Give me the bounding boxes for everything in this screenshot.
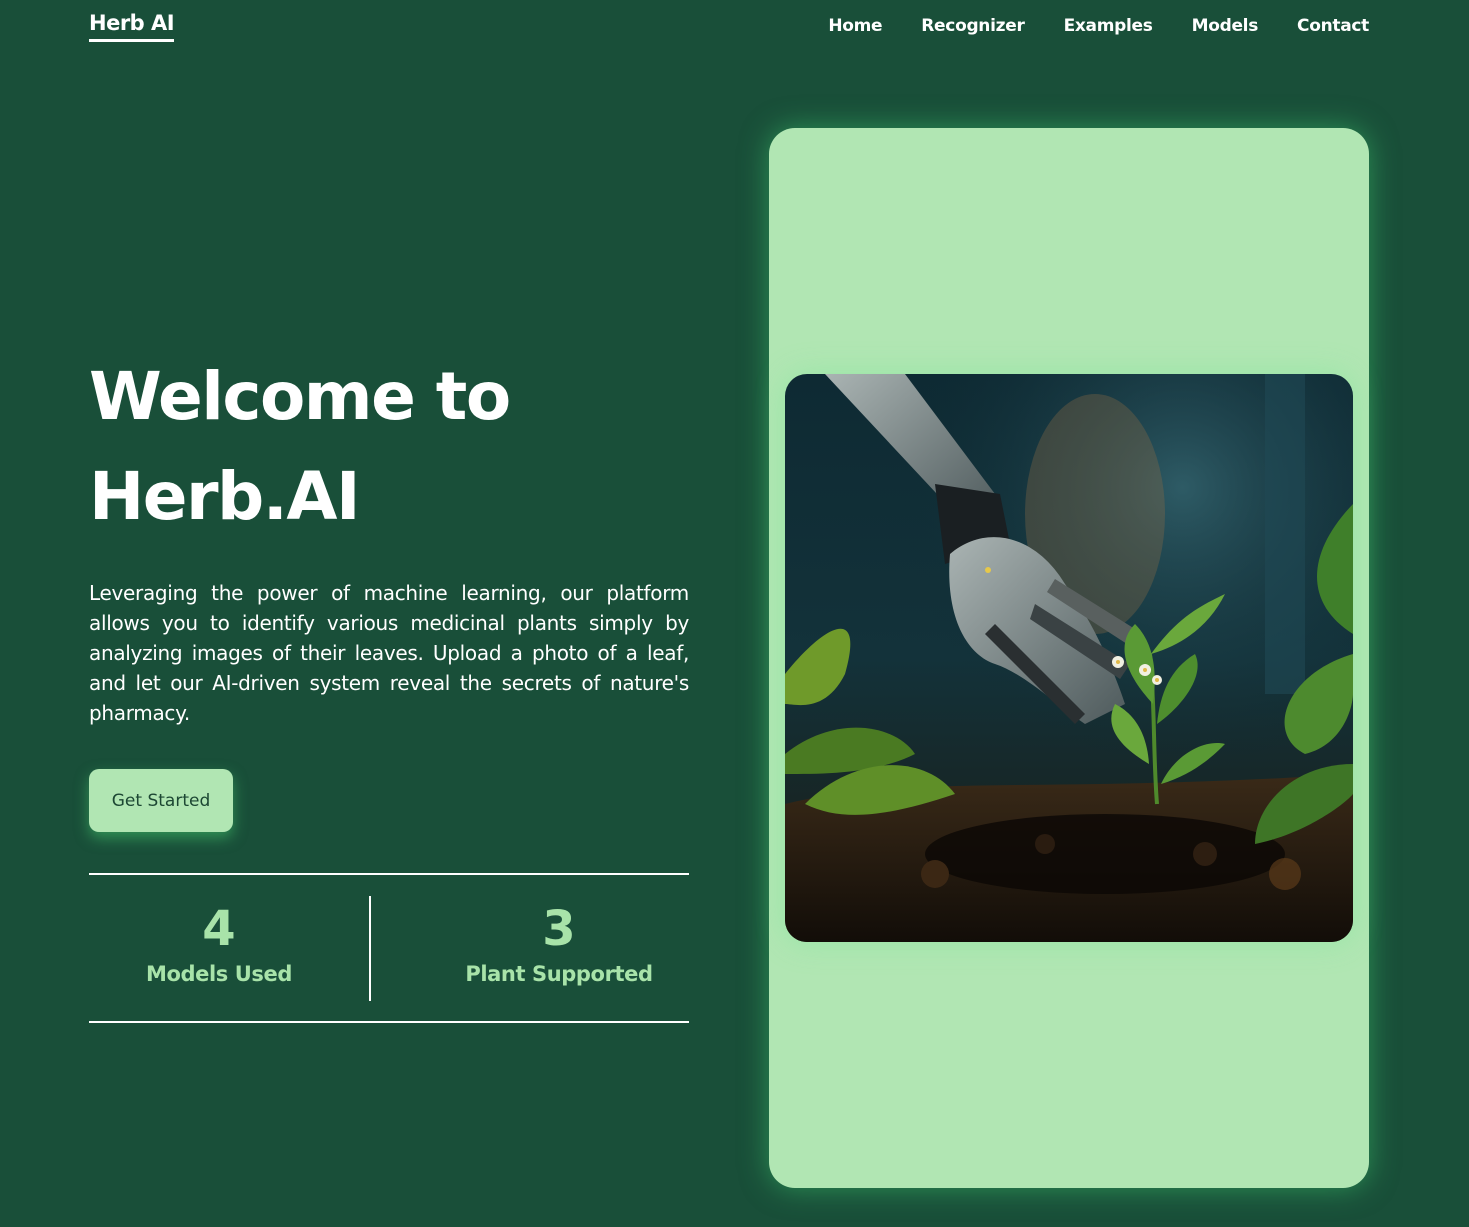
nav-examples-link[interactable]: Examples xyxy=(1064,14,1153,38)
hero-image-card xyxy=(769,128,1369,1188)
nav-home-link[interactable]: Home xyxy=(828,14,882,38)
hero-title-line1: Welcome to xyxy=(89,358,511,435)
stats-panel: 4 Models Used 3 Plant Supported xyxy=(89,873,689,1023)
stat-label: Plant Supported xyxy=(465,962,653,986)
stat-label: Models Used xyxy=(145,962,293,986)
hero-title-line2: Herb.AI xyxy=(89,458,360,535)
stats-divider xyxy=(369,896,371,1001)
hero-description: Leveraging the power of machine learning… xyxy=(89,581,689,725)
stat-value: 3 xyxy=(542,901,576,957)
get-started-button[interactable]: Get Started xyxy=(89,769,233,832)
nav-recognizer-link[interactable]: Recognizer xyxy=(921,14,1025,38)
main-nav: Home Recognizer Examples Models Contact xyxy=(828,14,1369,38)
hero-robot-hand-plant-image xyxy=(785,374,1353,942)
hero-title: Welcome to Herb.AI xyxy=(89,347,511,547)
brand-logo[interactable]: Herb AI xyxy=(89,10,175,42)
stat-models-used: 4 Models Used xyxy=(109,901,329,989)
stat-plants-supported: 3 Plant Supported xyxy=(439,901,679,989)
stat-value: 4 xyxy=(202,901,236,957)
nav-models-link[interactable]: Models xyxy=(1192,14,1259,38)
nav-contact-link[interactable]: Contact xyxy=(1297,14,1369,38)
